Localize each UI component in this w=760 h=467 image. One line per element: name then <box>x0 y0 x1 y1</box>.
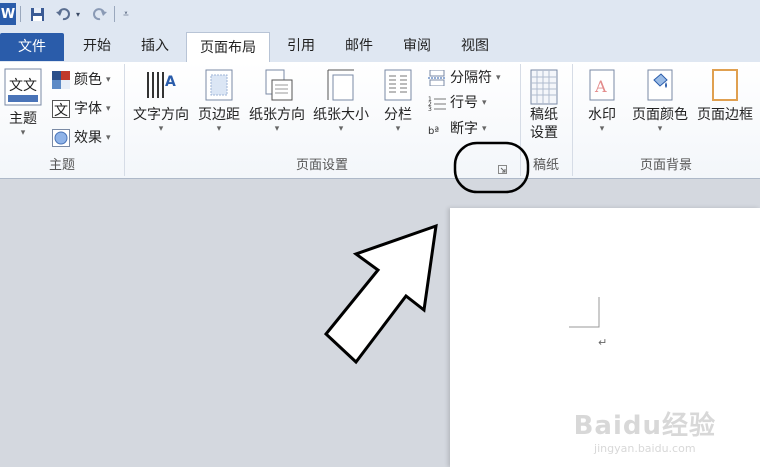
dropdown-arrow-icon: ▾ <box>216 124 222 134</box>
customize-qat-icon[interactable]: ⩡ <box>120 4 132 24</box>
dropdown-arrow-icon: ▾ <box>496 73 501 83</box>
watermark-logo: Baidu经验 <box>573 411 716 441</box>
hyphenation-icon: bª <box>428 126 439 137</box>
tab-view[interactable]: 视图 <box>450 31 500 61</box>
svg-text:文: 文 <box>54 103 68 118</box>
pointer-arrow-annotation <box>323 223 438 365</box>
dropdown-arrow-icon: ▾ <box>657 124 663 134</box>
margins-button[interactable]: 页边距 ▾ <box>194 68 244 134</box>
paragraph-mark: ↵ <box>598 336 608 349</box>
redo-icon[interactable] <box>90 4 108 24</box>
ribbon: 文文 主题 ▾ 颜色 ▾ 文 字体 ▾ 效果 ▾ 主题 A 文字方向 ▾ 页边距… <box>0 62 760 179</box>
dropdown-arrow-icon: ▾ <box>274 124 280 134</box>
dropdown-arrow-icon: ▾ <box>482 124 487 134</box>
palette-icon <box>52 71 70 89</box>
theme-fonts-button[interactable]: 文 字体 ▾ <box>52 99 111 119</box>
svg-text:文文: 文文 <box>9 78 37 94</box>
qat-divider <box>114 6 115 22</box>
page-borders-icon <box>712 69 738 101</box>
margins-icon <box>205 69 233 101</box>
watermark-button[interactable]: A 水印 ▾ <box>582 68 622 134</box>
word-app-icon[interactable]: W <box>0 3 16 25</box>
page-borders-button[interactable]: 页面边框 <box>694 68 756 124</box>
themes-label: 主题 <box>9 111 37 127</box>
svg-text:A: A <box>165 74 176 90</box>
dropdown-arrow-icon: ▾ <box>106 104 111 114</box>
orientation-button[interactable]: 纸张方向 ▾ <box>246 68 308 134</box>
orientation-icon <box>265 69 293 101</box>
page-size-icon <box>327 69 354 101</box>
dropdown-arrow-icon: ▾ <box>106 133 111 143</box>
dropdown-arrow-icon: ▾ <box>20 128 26 138</box>
breaks-label: 分隔符 <box>450 70 492 86</box>
tab-page-layout[interactable]: 页面布局 <box>186 32 270 63</box>
watermark-url: jingyan.baidu.com <box>594 442 696 455</box>
title-bar: W ▾ ⩡ <box>0 0 760 28</box>
theme-effects-button[interactable]: 效果 ▾ <box>52 128 111 148</box>
highlight-callout-circle <box>453 141 530 194</box>
page-color-icon <box>647 69 673 101</box>
margin-corner-mark <box>569 297 600 328</box>
baidu-watermark: Baidu经验 jingyan.baidu.com <box>574 405 716 455</box>
breaks-icon <box>428 70 446 86</box>
themes-button[interactable]: 文文 主题 ▾ <box>2 68 44 138</box>
watermark-label: 水印 <box>588 107 616 123</box>
dropdown-arrow-icon: ▾ <box>106 75 111 85</box>
columns-icon <box>384 69 412 101</box>
line-numbers-button[interactable]: 123 行号 ▾ <box>428 93 487 113</box>
hyphenation-label: 断字 <box>450 121 478 137</box>
group-label-themes: 主题 <box>48 158 75 173</box>
dropdown-arrow-icon: ▾ <box>599 124 605 134</box>
margins-label: 页边距 <box>198 107 240 123</box>
qat-divider <box>20 6 21 22</box>
group-label-page-background: 页面背景 <box>639 158 692 173</box>
document-page[interactable]: ↵ Baidu经验 jingyan.baidu.com <box>450 208 760 467</box>
tab-review[interactable]: 审阅 <box>392 31 442 61</box>
columns-label: 分栏 <box>384 107 412 123</box>
hyphenation-button[interactable]: bª 断字 ▾ <box>428 119 487 139</box>
undo-dropdown-icon[interactable]: ▾ <box>73 4 83 24</box>
undo-icon[interactable] <box>54 4 72 24</box>
line-numbers-icon: 123 <box>428 96 446 111</box>
line-numbers-label: 行号 <box>450 95 478 111</box>
manuscript-label-line1: 稿纸 <box>530 107 558 123</box>
tab-home[interactable]: 开始 <box>72 31 122 61</box>
theme-fonts-label: 字体 <box>74 101 102 117</box>
dropdown-arrow-icon: ▾ <box>338 124 344 134</box>
dropdown-arrow-icon: ▾ <box>395 124 401 134</box>
theme-colors-label: 颜色 <box>74 72 102 88</box>
page-color-label: 页面颜色 <box>632 107 688 123</box>
page-color-button[interactable]: 页面颜色 ▾ <box>629 68 691 134</box>
dropdown-arrow-icon: ▾ <box>482 98 487 108</box>
ribbon-tabs: 文件 开始 插入 页面布局 引用 邮件 审阅 视图 <box>0 28 760 63</box>
orientation-label: 纸张方向 <box>249 107 305 123</box>
theme-effects-label: 效果 <box>74 130 102 146</box>
watermark-icon: A <box>589 69 615 101</box>
columns-button[interactable]: 分栏 ▾ <box>378 68 418 134</box>
size-button[interactable]: 纸张大小 ▾ <box>310 68 372 134</box>
svg-text:bª: bª <box>428 126 439 137</box>
svg-text:A: A <box>594 77 607 96</box>
size-label: 纸张大小 <box>313 107 369 123</box>
theme-colors-button[interactable]: 颜色 ▾ <box>52 70 111 90</box>
breaks-button[interactable]: 分隔符 ▾ <box>428 68 501 88</box>
text-direction-button[interactable]: A 文字方向 ▾ <box>130 68 192 134</box>
save-icon[interactable] <box>28 4 46 24</box>
effects-icon <box>52 129 70 147</box>
manuscript-grid-icon <box>530 69 558 105</box>
tab-mailings[interactable]: 邮件 <box>334 31 384 61</box>
text-direction-icon: A <box>147 72 176 98</box>
fonts-icon: 文 <box>52 100 70 118</box>
tab-insert[interactable]: 插入 <box>130 31 180 61</box>
tab-references[interactable]: 引用 <box>276 31 326 61</box>
page-borders-label: 页面边框 <box>697 107 753 123</box>
dropdown-arrow-icon: ▾ <box>158 124 164 134</box>
manuscript-settings-button[interactable]: 稿纸 设置 <box>524 68 564 142</box>
text-direction-label: 文字方向 <box>133 107 189 123</box>
svg-text:3: 3 <box>428 106 432 111</box>
tab-file[interactable]: 文件 <box>0 33 64 61</box>
theme-icon: 文文 <box>4 68 42 106</box>
